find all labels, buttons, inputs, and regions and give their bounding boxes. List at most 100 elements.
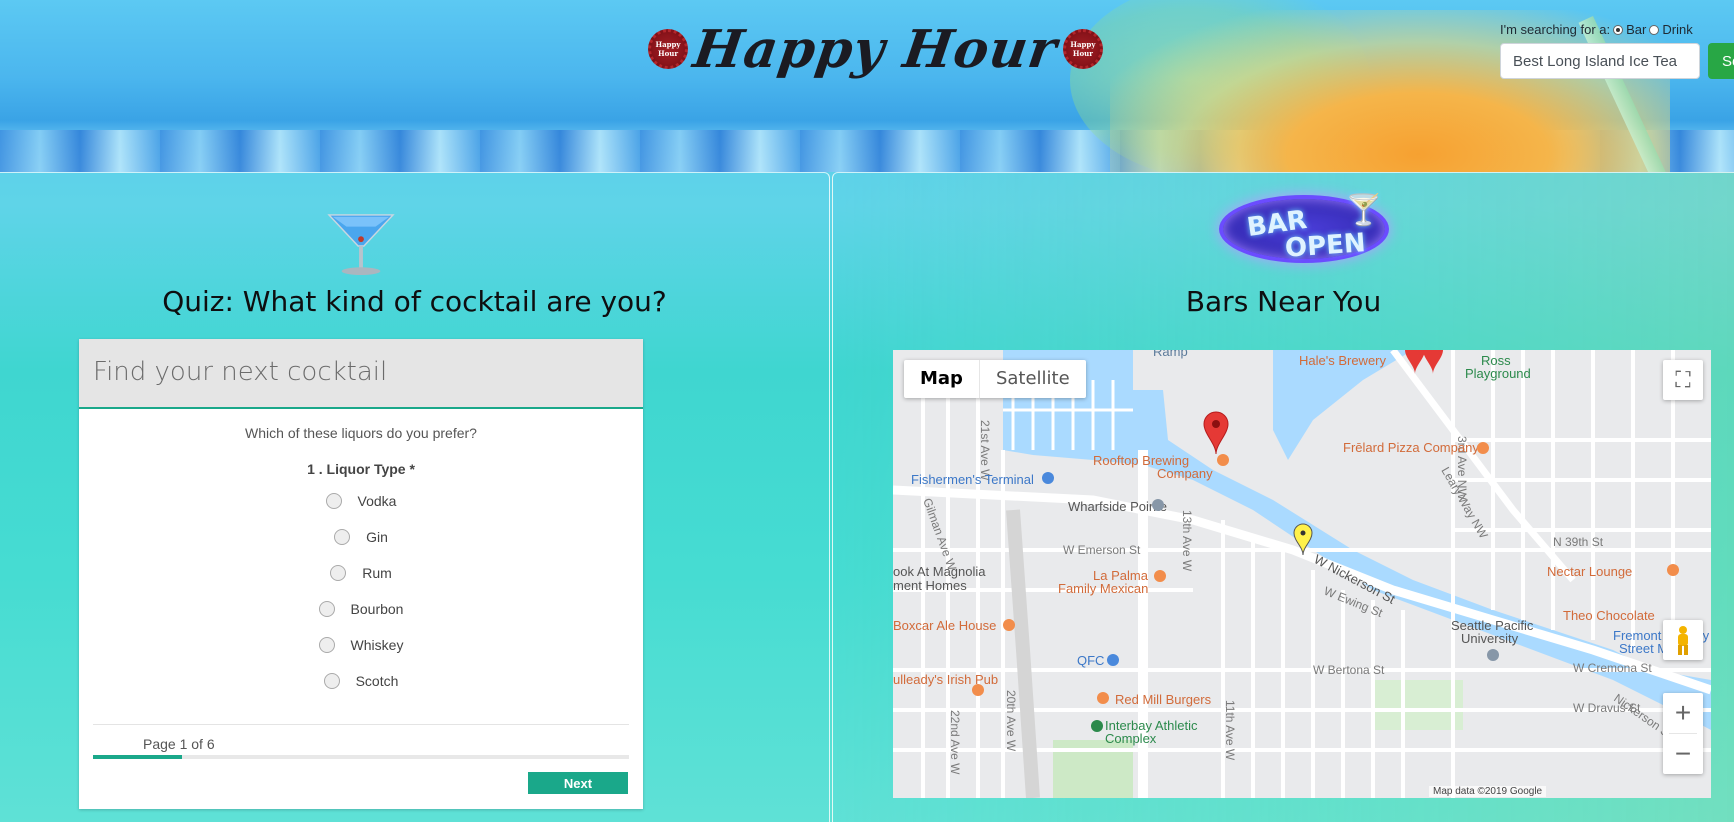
progress-fill bbox=[93, 755, 183, 759]
label-wharfside: Wharfside Pointe bbox=[1068, 499, 1167, 514]
sign-text-open: OPEN bbox=[1284, 228, 1367, 264]
map-attribution: Map data ©2019 Google bbox=[1429, 786, 1547, 797]
map[interactable]: N 39th St W Ewing St W Nickerson St W Em… bbox=[893, 350, 1711, 798]
street-view-pegman-icon[interactable] bbox=[1663, 620, 1703, 660]
poi-dot[interactable] bbox=[1487, 649, 1499, 661]
option-rum[interactable]: Rum bbox=[79, 555, 643, 591]
header-banner: Happy Hour Happy Hour Happy Hour I'm sea… bbox=[0, 0, 1734, 172]
quiz-heading: Quiz: What kind of cocktail are you? bbox=[162, 285, 667, 318]
quiz-card: Find your next cocktail Which of these l… bbox=[79, 339, 643, 809]
map-type-map-button[interactable]: Map bbox=[904, 360, 980, 398]
label-11th-ave: 11th Ave W bbox=[1223, 700, 1237, 761]
railway bbox=[1006, 509, 1040, 798]
option-gin[interactable]: Gin bbox=[79, 519, 643, 555]
poi-dot[interactable] bbox=[1152, 499, 1164, 511]
search-input[interactable] bbox=[1500, 43, 1700, 79]
label-qfc: QFC bbox=[1077, 653, 1104, 668]
martini-icon: 🍸 bbox=[1345, 193, 1383, 228]
label-magnolia-2: ment Homes bbox=[893, 578, 967, 593]
radio-drink-label: Drink bbox=[1662, 22, 1693, 37]
label-gilman: Gilman Ave W bbox=[920, 496, 959, 573]
progress-bar bbox=[93, 755, 629, 759]
search-label: I'm searching for a: bbox=[1500, 22, 1611, 37]
map-type-satellite-button[interactable]: Satellite bbox=[980, 360, 1086, 398]
label-ross-2: Playground bbox=[1465, 366, 1531, 381]
bars-heading: Bars Near You bbox=[1185, 285, 1382, 318]
logo-text: Happy Hour bbox=[689, 18, 1062, 80]
option-label: Bourbon bbox=[350, 601, 404, 617]
label-cremona: W Cremona St bbox=[1573, 661, 1652, 675]
poi-dot[interactable] bbox=[972, 684, 984, 696]
page-indicator: Page 1 of 6 bbox=[143, 736, 215, 752]
option-label: Whiskey bbox=[350, 637, 404, 653]
label-20th-ave: 20th Ave W bbox=[1004, 690, 1018, 752]
quiz-footer: Page 1 of 6 bbox=[93, 724, 629, 759]
option-vodka[interactable]: Vodka bbox=[79, 483, 643, 519]
radio-drink[interactable] bbox=[1649, 24, 1660, 35]
label-magnolia: ook At Magnolia bbox=[893, 564, 986, 579]
label-frelard: Frēlard Pizza Company bbox=[1343, 440, 1479, 455]
option-label: Rum bbox=[362, 565, 392, 581]
martini-glass-icon bbox=[327, 214, 395, 276]
radio-button[interactable] bbox=[318, 637, 335, 653]
leary-way-road bbox=[1390, 350, 1576, 583]
liquor-options: Vodka Gin Rum Bourbon Whiskey Scotch bbox=[79, 483, 643, 699]
poi-dot[interactable] bbox=[1107, 654, 1119, 666]
site-logo[interactable]: Happy Hour Happy Hour Happy Hour bbox=[648, 14, 1103, 84]
search-type-selector: I'm searching for a: Bar Drink bbox=[1500, 22, 1734, 37]
radio-button[interactable] bbox=[318, 601, 335, 617]
zoom-control: + − bbox=[1663, 693, 1703, 774]
label-fishermens: Fishermen's Terminal bbox=[911, 472, 1034, 487]
map-type-control: Map Satellite bbox=[904, 360, 1086, 398]
poi-dot[interactable] bbox=[1217, 454, 1229, 466]
label-redmill: Red Mill Burgers bbox=[1115, 692, 1212, 707]
zoom-out-icon[interactable]: − bbox=[1663, 734, 1703, 774]
poi-dot[interactable] bbox=[1667, 564, 1679, 576]
question-prompt: Which of these liquors do you prefer? bbox=[245, 425, 477, 441]
quiz-card-title: Find your next cocktail bbox=[79, 339, 643, 409]
park-area bbox=[1373, 680, 1463, 730]
label-n39: N 39th St bbox=[1553, 535, 1604, 549]
poi-dot[interactable] bbox=[1477, 442, 1489, 454]
label-lapalma-2: Family Mexican bbox=[1058, 581, 1148, 596]
next-button[interactable]: Next bbox=[528, 772, 628, 794]
poi-dot[interactable] bbox=[1042, 472, 1054, 484]
label-mulleady: ulleady's Irish Pub bbox=[893, 672, 998, 687]
label-emerson: W Emerson St bbox=[1063, 543, 1141, 557]
label-spu-2: University bbox=[1461, 631, 1519, 646]
radio-button[interactable] bbox=[325, 493, 342, 509]
option-label: Vodka bbox=[357, 493, 397, 509]
search-area: I'm searching for a: Bar Drink Se bbox=[1500, 22, 1734, 79]
radio-bar[interactable] bbox=[1613, 24, 1624, 35]
bar-marker[interactable] bbox=[1423, 350, 1443, 374]
radio-button[interactable] bbox=[323, 673, 340, 689]
label-13th-ave: 13th Ave W bbox=[1180, 510, 1194, 572]
label-boxcar: Boxcar Ale House bbox=[893, 618, 996, 633]
option-scotch[interactable]: Scotch bbox=[79, 663, 643, 699]
happy-hour-seal-icon: Happy Hour bbox=[648, 29, 688, 69]
option-label: Gin bbox=[366, 529, 388, 545]
poi-dot[interactable] bbox=[1154, 570, 1166, 582]
label-nectar: Nectar Lounge bbox=[1547, 564, 1632, 579]
radio-button[interactable] bbox=[334, 529, 351, 545]
poi-dot[interactable] bbox=[1091, 720, 1103, 732]
zoom-in-icon[interactable]: + bbox=[1663, 693, 1703, 733]
label-theo: Theo Chocolate bbox=[1563, 608, 1655, 623]
option-whiskey[interactable]: Whiskey bbox=[79, 627, 643, 663]
poi-dot[interactable] bbox=[1003, 619, 1015, 631]
option-bourbon[interactable]: Bourbon bbox=[79, 591, 643, 627]
radio-bar-label: Bar bbox=[1626, 22, 1647, 37]
bar-open-sign: BAR OPEN 🍸 bbox=[1219, 193, 1389, 264]
label-rooftop-2: Company bbox=[1157, 466, 1213, 481]
bar-marker[interactable] bbox=[1203, 411, 1229, 455]
label-22nd-ave: 22nd Ave W bbox=[948, 710, 962, 775]
label-interbay-2: Complex bbox=[1105, 731, 1157, 746]
label-bertona: W Bertona St bbox=[1313, 663, 1385, 677]
fullscreen-icon[interactable]: ⛶ bbox=[1663, 360, 1703, 400]
map-canvas[interactable]: N 39th St W Ewing St W Nickerson St W Em… bbox=[893, 350, 1711, 798]
poi-dot[interactable] bbox=[1097, 692, 1109, 704]
happy-hour-seal-icon: Happy Hour bbox=[1062, 29, 1103, 69]
question-title: 1 . Liquor Type * bbox=[307, 461, 415, 477]
search-button[interactable]: Se bbox=[1708, 43, 1734, 79]
radio-button[interactable] bbox=[330, 565, 347, 581]
